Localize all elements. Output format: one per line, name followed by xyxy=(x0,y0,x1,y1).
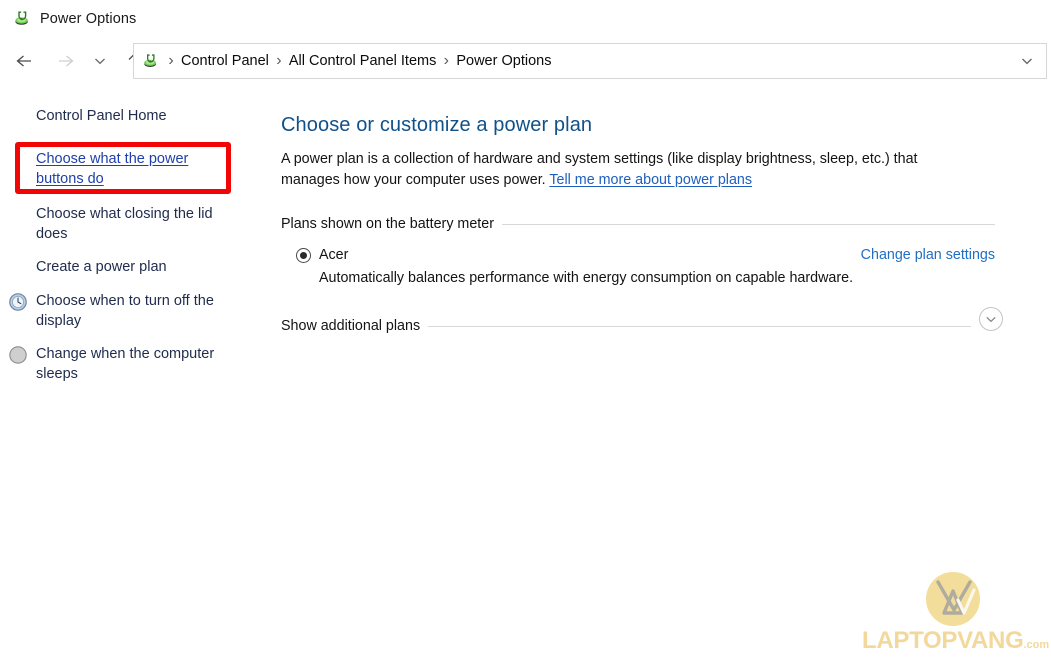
group-header-rule xyxy=(428,325,971,327)
content-area: Control Panel Home Choose what the power… xyxy=(0,84,1051,654)
page-title: Choose or customize a power plan xyxy=(281,114,593,136)
address-dropdown-chevron-down-icon[interactable] xyxy=(1014,48,1040,74)
watermark-brand: LAPTOPVANG xyxy=(862,627,1024,654)
power-plan-name: Acer xyxy=(319,247,349,263)
breadcrumb-power-options[interactable]: Power Options xyxy=(454,53,553,69)
breadcrumb-separator: › xyxy=(443,52,449,69)
sidebar-item-label: Control Panel Home xyxy=(36,108,167,124)
sidebar-item-label: Choose what closing the lid does xyxy=(36,206,213,242)
group-header-label: Plans shown on the battery meter xyxy=(281,216,494,232)
sidebar-item-create-a-power-plan[interactable]: Create a power plan xyxy=(0,257,272,278)
forward-arrow-icon xyxy=(52,47,80,75)
recent-locations-chevron-down-icon[interactable] xyxy=(90,47,110,75)
window-titlebar: Power Options xyxy=(0,0,1051,38)
breadcrumb-separator: › xyxy=(276,52,282,69)
sidebar-item-change-when-the-computer-sleeps[interactable]: Change when the computer sleeps xyxy=(0,344,272,384)
breadcrumb-control-panel[interactable]: Control Panel xyxy=(179,53,271,69)
power-plan-description: Automatically balances performance with … xyxy=(319,270,854,286)
power-plan-row[interactable]: Acer Change plan settings xyxy=(296,247,995,263)
battery-meter-group-header: Plans shown on the battery meter xyxy=(281,216,995,232)
change-plan-settings-link[interactable]: Change plan settings xyxy=(861,247,995,263)
page-description: A power plan is a collection of hardware… xyxy=(281,149,957,191)
chevron-down-icon[interactable] xyxy=(979,307,1003,331)
watermark: LAPTOPVANG.com xyxy=(862,570,1049,662)
additional-plans-group-header: Show additional plans xyxy=(281,318,971,334)
sidebar-item-choose-what-closing-the-lid-does[interactable]: Choose what closing the lid does xyxy=(0,204,272,244)
breadcrumb-power-plug-icon xyxy=(142,53,159,70)
main-panel: Choose or customize a power plan A power… xyxy=(272,84,1051,334)
window-title: Power Options xyxy=(40,11,137,27)
watermark-suffix: .com xyxy=(1023,639,1050,651)
group-header-label: Show additional plans xyxy=(281,318,421,334)
watermark-text: LAPTOPVANG.com xyxy=(862,627,1049,655)
moon-sleep-icon xyxy=(8,345,28,365)
clock-icon xyxy=(8,292,28,312)
show-additional-plans-section: Show additional plans xyxy=(272,307,1051,334)
laptopvang-logo-icon xyxy=(926,572,980,626)
power-plug-icon xyxy=(13,10,31,28)
group-header-rule xyxy=(501,223,995,225)
sidebar-item-choose-what-the-power-buttons-do[interactable]: Choose what the power buttons do xyxy=(0,149,272,189)
sidebar-item-choose-when-to-turn-off-the-display[interactable]: Choose when to turn off the display xyxy=(0,291,272,331)
sidebar-item-label: Create a power plan xyxy=(36,259,167,275)
tell-me-more-about-power-plans-link[interactable]: Tell me more about power plans xyxy=(549,172,752,188)
power-plan-radio-button[interactable] xyxy=(296,247,311,263)
sidebar-item-control-panel-home[interactable]: Control Panel Home xyxy=(0,106,272,127)
breadcrumb-all-control-panel-items[interactable]: All Control Panel Items xyxy=(287,53,438,69)
sidebar-item-label: Choose what the power buttons do xyxy=(36,151,189,187)
breadcrumb-separator: › xyxy=(168,52,174,69)
address-bar[interactable]: › Control Panel › All Control Panel Item… xyxy=(133,43,1047,79)
sidebar: Control Panel Home Choose what the power… xyxy=(0,84,272,397)
sidebar-item-label: Choose when to turn off the display xyxy=(36,293,214,329)
back-arrow-icon[interactable] xyxy=(10,47,38,75)
sidebar-item-label: Change when the computer sleeps xyxy=(36,346,215,382)
